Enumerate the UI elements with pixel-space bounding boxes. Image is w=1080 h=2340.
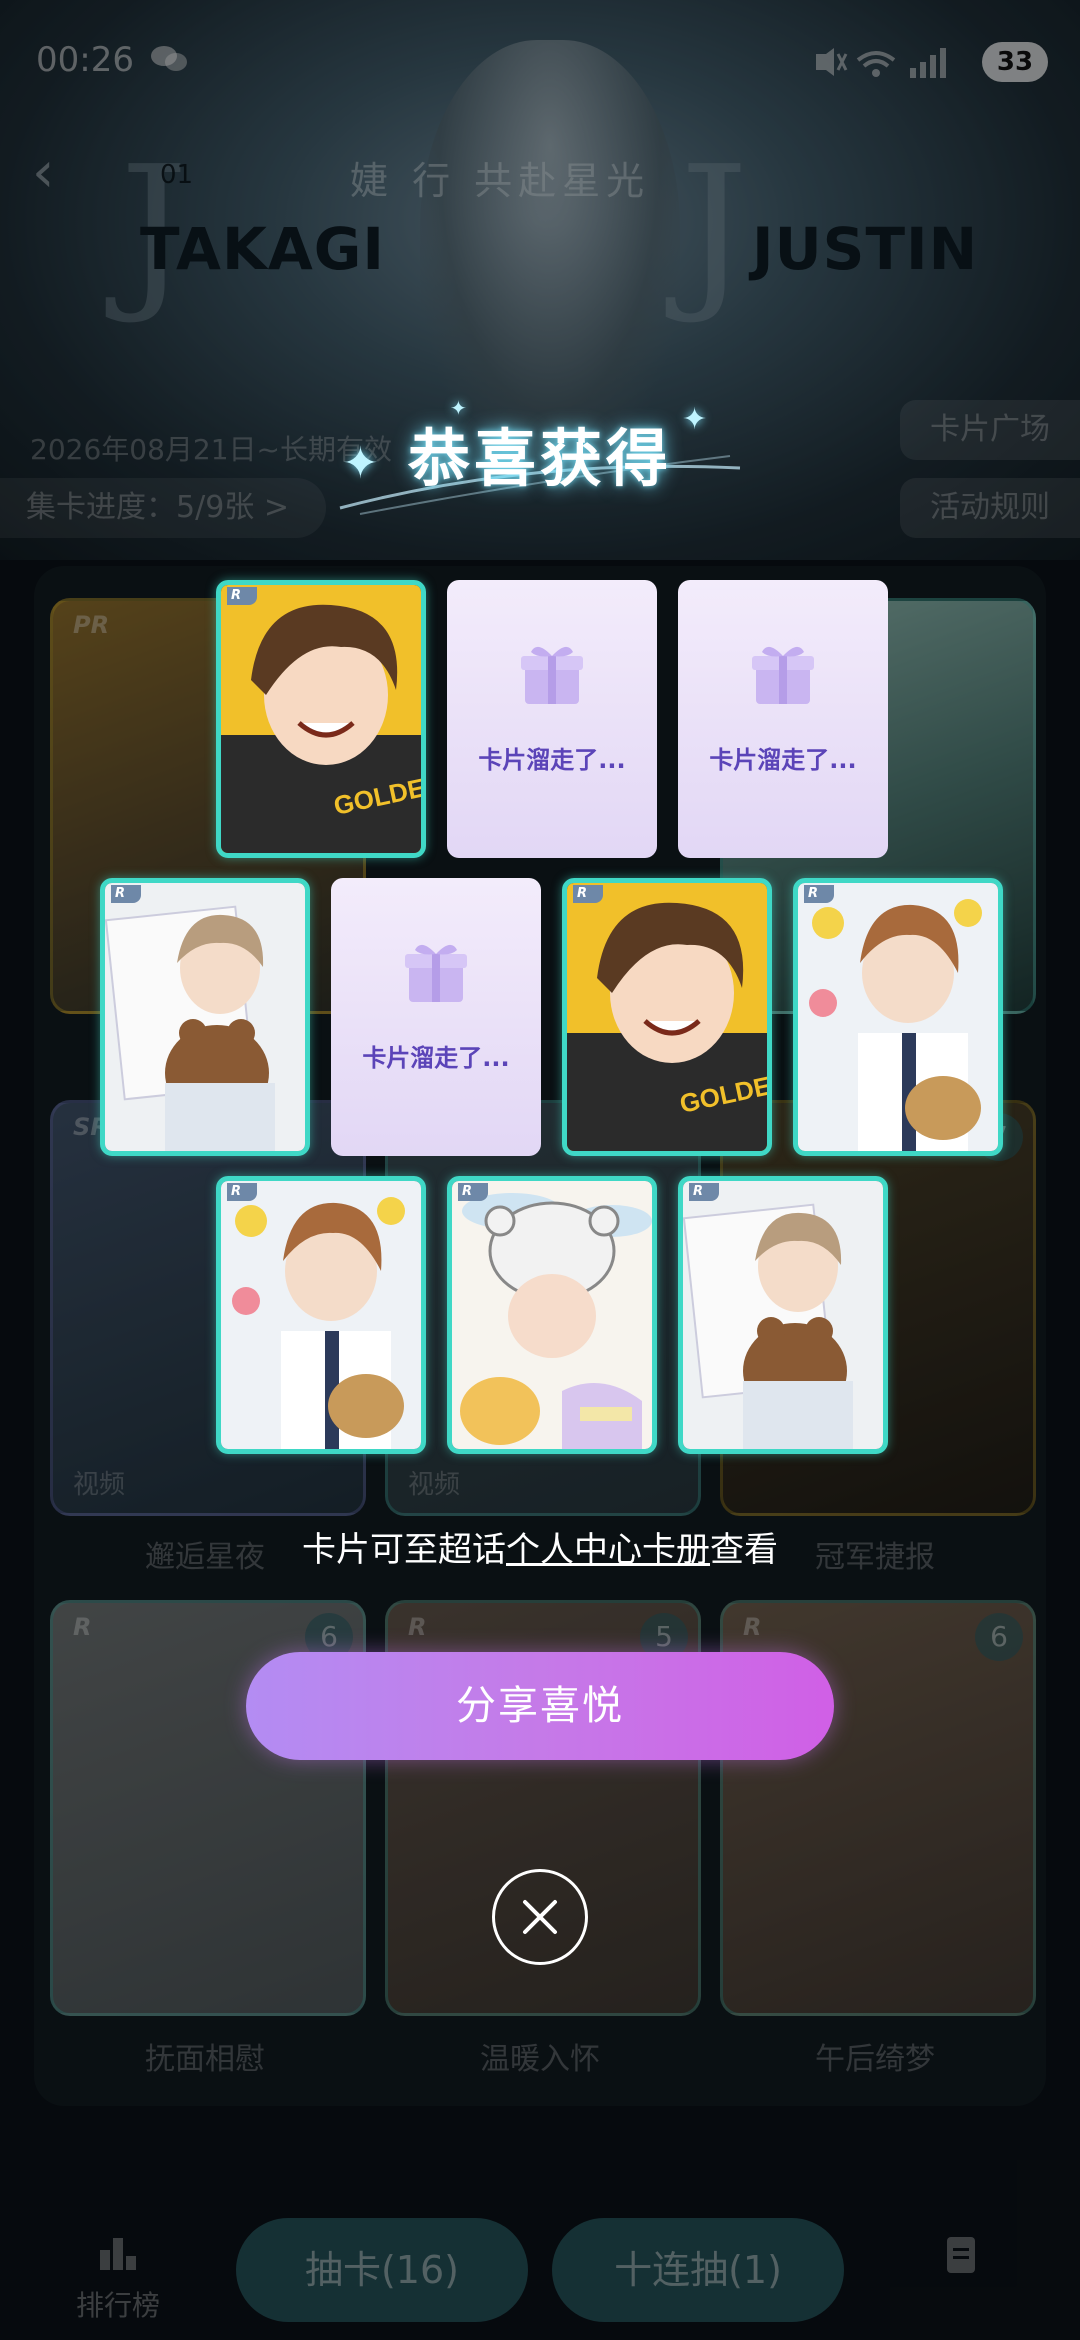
card-art-boy-smile: GOLDEN [221, 585, 421, 853]
card-art-boy-bear-hat [452, 1181, 652, 1449]
close-button[interactable] [492, 1869, 588, 1965]
reward-card-obtained[interactable]: R [793, 878, 1003, 1156]
rarity-badge: R [227, 1183, 257, 1201]
missed-card-label: 卡片溜走了... [362, 1044, 510, 1072]
missed-card-label: 卡片溜走了... [709, 746, 857, 774]
reward-card-obtained[interactable]: GOLDEN R [562, 878, 772, 1156]
rarity-badge: R [804, 885, 834, 903]
card-album-link[interactable]: 个人中心卡册 [506, 1530, 710, 1570]
notice-text: 卡片可至超话 [302, 1530, 506, 1570]
card-art-boy-plush [798, 883, 998, 1151]
sparkle-icon: ✦ [342, 438, 379, 489]
missed-card-label: 卡片溜走了... [478, 746, 626, 774]
share-joy-button[interactable]: 分享喜悦 [246, 1652, 834, 1760]
notice-text: 查看 [710, 1530, 778, 1570]
congrats-title: 恭喜获得 [407, 422, 672, 495]
card-art-boy-teddy [105, 883, 305, 1151]
gift-box-icon [752, 646, 814, 704]
rarity-badge: R [458, 1183, 488, 1201]
congrats-header: 恭喜获得 ✦ ✦ ✦ [339, 396, 741, 528]
reward-card-obtained[interactable]: R [216, 1176, 426, 1454]
close-icon [523, 1900, 557, 1934]
reward-card-obtained[interactable]: R [678, 1176, 888, 1454]
reward-card-missed: 卡片溜走了... [678, 580, 888, 858]
sparkle-icon: ✦ [682, 402, 708, 437]
reward-card-obtained[interactable]: R [447, 1176, 657, 1454]
reward-card-obtained[interactable]: R [100, 878, 310, 1156]
reward-overlay [0, 0, 1080, 2340]
sparkle-icon: ✦ [450, 396, 467, 420]
rarity-badge: R [689, 1183, 719, 1201]
reward-card-missed: 卡片溜走了... [331, 878, 541, 1156]
gift-box-icon [521, 646, 583, 704]
card-art-boy-plush [221, 1181, 421, 1449]
gift-box-icon [405, 944, 467, 1002]
card-art-boy-teddy [683, 1181, 883, 1449]
rarity-badge: R [227, 587, 257, 605]
rarity-badge: R [573, 885, 603, 903]
card-album-notice: 卡片可至超话个人中心卡册查看 [0, 1522, 1080, 1571]
card-art-boy-smile: GOLDEN [567, 883, 767, 1151]
reward-card-obtained[interactable]: GOLDEN R [216, 580, 426, 858]
rarity-badge: R [111, 885, 141, 903]
reward-card-missed: 卡片溜走了... [447, 580, 657, 858]
